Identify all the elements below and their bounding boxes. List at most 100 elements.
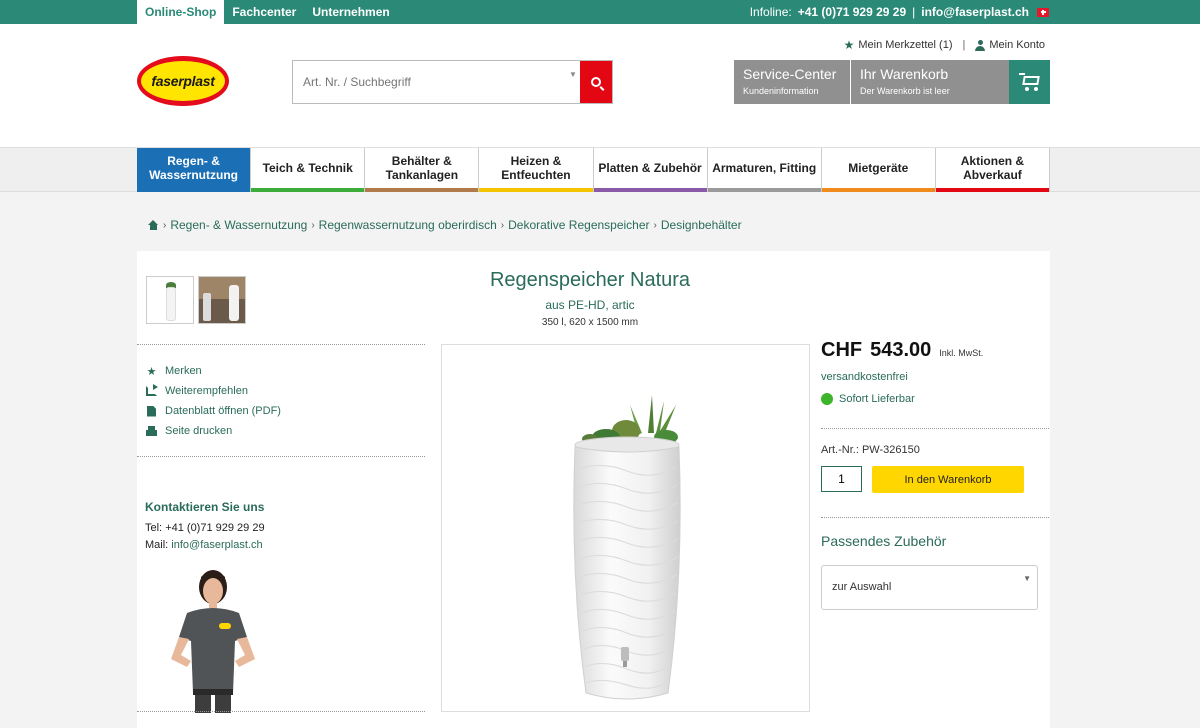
cart-status: Der Warenkorb ist leer	[860, 86, 950, 96]
accessories-select-value: zur Auswahl	[832, 581, 892, 593]
product-spec: 350 l, 620 x 1500 mm	[541, 317, 639, 328]
print-link[interactable]: Seite drucken	[146, 421, 281, 441]
action-label: Weiterempfehlen	[165, 385, 248, 397]
infoline-separator: |	[912, 5, 916, 19]
service-center-title: Service-Center	[743, 66, 837, 82]
main-nav: Regen- & Wassernutzung Teich & Technik B…	[0, 147, 1200, 192]
star-icon: ★	[843, 38, 855, 52]
contact-tel: Tel: +41 (0)71 929 29 29	[145, 522, 265, 534]
datenblatt-link[interactable]: Datenblatt öffnen (PDF)	[146, 401, 281, 421]
service-center-button[interactable]: Service-Center Kundeninformation	[734, 60, 850, 104]
cart-summary[interactable]: Ihr Warenkorb Der Warenkorb ist leer	[851, 60, 1009, 104]
search-box: ▼	[292, 60, 613, 104]
breadcrumb-item[interactable]: Regen- & Wassernutzung	[170, 218, 307, 232]
contact-person-image	[171, 570, 255, 713]
divider	[137, 344, 425, 345]
nav-heizen-entfeuchten[interactable]: Heizen & Entfeuchten	[479, 148, 594, 192]
nav-armaturen-fitting[interactable]: Armaturen, Fitting	[707, 148, 822, 192]
product-title: Regenspeicher Natura	[489, 269, 691, 291]
service-center-sub: Kundeninformation	[743, 86, 819, 96]
account-label: Mein Konto	[989, 39, 1045, 51]
divider	[821, 428, 1049, 429]
search-button[interactable]	[580, 61, 612, 103]
cart-title: Ihr Warenkorb	[860, 66, 949, 82]
divider	[821, 517, 1049, 518]
article-number: Art.-Nr.: PW-326150	[821, 444, 920, 456]
action-label: Seite drucken	[165, 425, 233, 437]
cart-button[interactable]	[1009, 60, 1050, 104]
product-subtitle: aus PE-HD, artic	[545, 298, 635, 312]
user-icon	[975, 39, 986, 51]
chevron-down-icon[interactable]: ▼	[569, 70, 577, 79]
breadcrumb-item[interactable]: Regenwassernutzung oberirdisch	[319, 218, 497, 232]
nav-teich-technik[interactable]: Teich & Technik	[251, 148, 366, 192]
links-separator: |	[962, 39, 966, 51]
infoline: Infoline: +41 (0)71 929 29 29 | info@fas…	[750, 0, 1049, 24]
tax-note: Inkl. MwSt.	[939, 348, 984, 358]
breadcrumb-item[interactable]: Designbehälter	[661, 218, 742, 232]
nav-aktionen-abverkauf[interactable]: Aktionen & Abverkauf	[935, 148, 1050, 192]
shopping-cart-icon	[1018, 73, 1041, 91]
chevron-down-icon: ▼	[1023, 574, 1031, 583]
tab-online-shop[interactable]: Online-Shop	[137, 0, 225, 24]
breadcrumb: › Regen- & Wassernutzung › Regenwassernu…	[148, 218, 742, 232]
shipping-note: versandkostenfrei	[821, 371, 908, 383]
header-links: ★ Mein Merkzettel (1) | Mein Konto	[844, 38, 1045, 52]
add-to-cart-button[interactable]: In den Warenkorb	[872, 466, 1024, 493]
top-tabs: Online-Shop Fachcenter Unternehmen	[137, 0, 398, 24]
faserplast-logo[interactable]: faserplast	[137, 56, 229, 106]
weiterempfehlen-link[interactable]: Weiterempfehlen	[146, 381, 281, 401]
nav-behaelter-tankanlagen[interactable]: Behälter & Tankanlagen	[365, 148, 480, 192]
product-thumbnail[interactable]	[198, 276, 246, 324]
nav-regen-wassernutzung[interactable]: Regen- & Wassernutzung	[137, 148, 252, 192]
wishlist-link[interactable]: ★ Mein Merkzettel (1)	[844, 38, 953, 52]
contact-email-link[interactable]: info@faserplast.ch	[171, 539, 262, 551]
availability-label: Sofort Lieferbar	[839, 393, 915, 405]
merken-link[interactable]: ★ Merken	[146, 361, 281, 381]
account-link[interactable]: Mein Konto	[975, 39, 1045, 51]
product-main-image[interactable]	[441, 344, 810, 712]
star-icon: ★	[146, 365, 157, 378]
wishlist-label: Mein Merkzettel (1)	[858, 39, 953, 51]
product-panel: Regenspeicher Natura aus PE-HD, artic 35…	[137, 251, 1050, 728]
tab-fachcenter[interactable]: Fachcenter	[224, 0, 304, 24]
price-block: CHF 543.00 Inkl. MwSt.	[821, 339, 983, 362]
contact-box: Kontaktieren Sie uns Tel: +41 (0)71 929 …	[145, 500, 265, 554]
swiss-flag-icon[interactable]	[1037, 7, 1049, 17]
logo-inner: faserplast	[141, 61, 225, 101]
action-label: Datenblatt öffnen (PDF)	[165, 405, 281, 417]
price-value: 543.00	[870, 339, 932, 361]
action-label: Merken	[165, 365, 202, 377]
availability: Sofort Lieferbar	[821, 393, 915, 405]
tab-unternehmen[interactable]: Unternehmen	[304, 0, 397, 24]
contact-heading: Kontaktieren Sie uns	[145, 500, 265, 514]
search-input[interactable]	[293, 61, 581, 103]
header: faserplast ▼ ★ Mein Merkzettel (1) | Mei…	[0, 24, 1200, 147]
thumbnail-strip	[146, 276, 246, 324]
share-icon	[146, 384, 158, 396]
nav-platten-zubehoer[interactable]: Platten & Zubehör	[593, 148, 708, 192]
infoline-email[interactable]: info@faserplast.ch	[921, 0, 1029, 24]
accessories-heading: Passendes Zubehör	[821, 533, 947, 549]
infoline-phone[interactable]: +41 (0)71 929 29 29	[798, 0, 906, 24]
nav-mietgeraete[interactable]: Mietgeräte	[821, 148, 936, 192]
divider	[137, 711, 425, 712]
document-icon	[147, 405, 156, 417]
top-bar: Online-Shop Fachcenter Unternehmen Infol…	[0, 0, 1200, 24]
breadcrumb-item[interactable]: Dekorative Regenspeicher	[508, 218, 649, 232]
accessories-select[interactable]: zur Auswahl ▼	[821, 565, 1038, 610]
availability-status-icon	[821, 393, 833, 405]
divider	[137, 456, 425, 457]
contact-mail: Mail: info@faserplast.ch	[145, 539, 263, 551]
product-thumbnail[interactable]	[146, 276, 194, 324]
rain-tank-image	[573, 395, 681, 700]
infoline-label: Infoline:	[749, 5, 792, 19]
home-icon[interactable]	[148, 220, 159, 230]
search-icon	[591, 77, 601, 87]
contact-phone[interactable]: +41 (0)71 929 29 29	[165, 522, 264, 534]
logo-text: faserplast	[151, 73, 215, 89]
price-currency: CHF	[821, 339, 863, 361]
print-icon	[146, 426, 157, 436]
quantity-input[interactable]	[821, 466, 862, 492]
product-actions: ★ Merken Weiterempfehlen Datenblatt öffn…	[146, 361, 281, 441]
